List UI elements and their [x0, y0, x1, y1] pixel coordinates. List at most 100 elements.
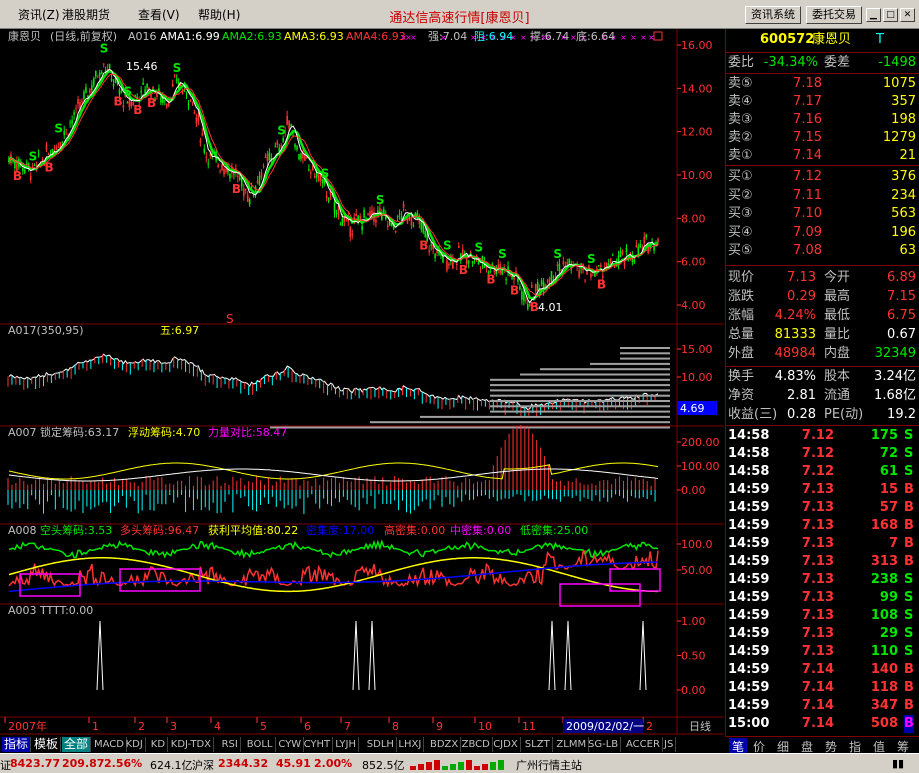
- candle-body: [290, 124, 292, 127]
- buy-signal-marker: B: [486, 273, 495, 287]
- candle-body: [63, 130, 66, 136]
- indicator-tab[interactable]: ZLMM: [554, 737, 590, 752]
- strong-label: 强:7.04: [428, 30, 467, 43]
- sh-index[interactable]: 8423.77: [10, 757, 60, 770]
- tick-time: 14:59: [728, 518, 770, 533]
- indicator-tab[interactable]: LHXJ: [396, 737, 425, 752]
- chip-distribution-bar: [490, 384, 670, 387]
- tick-direction: B: [904, 482, 914, 497]
- bid-row-price[interactable]: 7.09: [778, 224, 822, 242]
- candle-body: [562, 261, 565, 265]
- breadth-bar: [474, 766, 480, 770]
- candle-body: [568, 258, 571, 264]
- candle-body: [611, 254, 614, 256]
- ask-row-price[interactable]: 7.17: [778, 93, 822, 111]
- indicator-tab[interactable]: 指标: [2, 737, 32, 752]
- p5-spike: [368, 620, 376, 691]
- candle-body: [448, 263, 450, 266]
- indicator-tab[interactable]: KD: [149, 737, 169, 752]
- bid-row-label: 买①: [728, 169, 753, 184]
- panel-toggle-icon[interactable]: [653, 31, 663, 41]
- t-badge[interactable]: T: [876, 31, 884, 49]
- buy-signal-marker: B: [510, 283, 519, 297]
- candle-body: [521, 291, 523, 300]
- ask-row-price[interactable]: 7.15: [778, 129, 822, 147]
- candle-body: [274, 146, 277, 148]
- quote-stat-label: 外盘: [728, 346, 755, 361]
- sz-index[interactable]: 2344.32: [218, 757, 268, 770]
- bid-row-label: 买⑤: [728, 243, 753, 258]
- indicator-tab[interactable]: SG-LB: [586, 737, 622, 752]
- bid-row-price[interactable]: 7.08: [778, 242, 822, 260]
- indicator-tab[interactable]: 模板: [32, 737, 62, 752]
- indicator-tab[interactable]: KDJ: [124, 737, 146, 752]
- candle-body: [164, 100, 166, 102]
- candle-body: [55, 147, 58, 150]
- candle-body: [371, 210, 373, 215]
- bid-row-price[interactable]: 7.11: [778, 187, 822, 205]
- tick-direction: S: [904, 608, 914, 623]
- candle-body: [359, 215, 361, 220]
- kline-chart[interactable]: SSSSSSSSS S S S SBBBB BBBBBBBB× × × × × × × × × × ×× × × ×…: [0, 29, 724, 752]
- indicator-tab[interactable]: ACCER: [624, 737, 663, 752]
- candle-body: [294, 144, 296, 148]
- candle-body: [505, 279, 507, 281]
- indicator-tab[interactable]: 全部: [62, 737, 92, 752]
- tick-direction: S: [904, 464, 914, 479]
- ask-row-price[interactable]: 7.14: [778, 147, 822, 165]
- bid-row-price[interactable]: 7.10: [778, 205, 822, 223]
- trade-button[interactable]: 委托交易: [806, 6, 862, 24]
- indicator-tab[interactable]: JS: [662, 737, 677, 752]
- tick-time: 14:59: [728, 608, 770, 623]
- tick-direction: S: [904, 428, 914, 443]
- tick-direction: B: [904, 554, 914, 569]
- quote-stat-value: 7.15: [887, 289, 916, 304]
- indicator-tab[interactable]: RSI: [220, 737, 241, 752]
- close-icon[interactable]: ✕: [900, 8, 915, 22]
- candle-body: [260, 172, 263, 178]
- ask-row-price[interactable]: 7.16: [778, 111, 822, 129]
- indicator-tab[interactable]: BDZX: [428, 737, 462, 752]
- tick-time: 14:59: [728, 572, 770, 587]
- indicator-tab[interactable]: MACD: [92, 737, 127, 752]
- indicator-tab[interactable]: CJDX: [491, 737, 521, 752]
- candle-body: [598, 265, 600, 267]
- quote-tab-bar: 笔价细盘势指值筹: [725, 736, 919, 755]
- period-label[interactable]: 日线: [689, 719, 711, 733]
- chip-distribution-bar: [420, 415, 670, 418]
- p5-spike: [548, 620, 556, 691]
- candle-body: [85, 87, 87, 93]
- ask-row-price[interactable]: 7.18: [778, 75, 822, 93]
- candle-body: [363, 209, 365, 218]
- finance-stat-value: 0.28: [787, 407, 816, 422]
- candle-body: [276, 141, 279, 145]
- candle-body: [264, 157, 267, 159]
- sh-amount: 624.1亿: [150, 759, 193, 772]
- time-label: 3: [170, 720, 177, 733]
- minimize-icon[interactable]: ▁: [866, 8, 881, 22]
- candle-body: [185, 93, 188, 95]
- candle-body: [327, 197, 330, 202]
- indicator-tab[interactable]: SDLH: [365, 737, 397, 752]
- candle-body: [519, 286, 521, 290]
- indicator-tab[interactable]: ZBCD: [460, 737, 493, 752]
- indicator-tab[interactable]: CYHT: [302, 737, 334, 752]
- bid-row-price[interactable]: 7.12: [778, 168, 822, 186]
- quote-stat-label: 内盘: [824, 346, 851, 361]
- candle-body: [41, 158, 44, 160]
- indicator-tab[interactable]: CYW: [276, 737, 305, 752]
- candle-body: [633, 259, 636, 263]
- indicator-tab[interactable]: BOLL: [245, 737, 276, 752]
- buy-signal-marker: B: [13, 169, 22, 183]
- info-system-button[interactable]: 资讯系统: [745, 6, 801, 24]
- indicator-tab[interactable]: KDJ-TDX: [169, 737, 214, 752]
- indicator-tab[interactable]: SLZT: [523, 737, 553, 752]
- candle-body: [29, 175, 32, 180]
- tick-direction: B: [904, 715, 914, 733]
- maximize-icon[interactable]: □: [883, 8, 898, 22]
- candle-body: [189, 100, 192, 102]
- indicator-tab[interactable]: LYJH: [333, 737, 360, 752]
- ask-row-label: 卖②: [728, 130, 753, 145]
- tick-volume: 347: [870, 698, 898, 713]
- main-axis-label: 8.00: [681, 212, 706, 225]
